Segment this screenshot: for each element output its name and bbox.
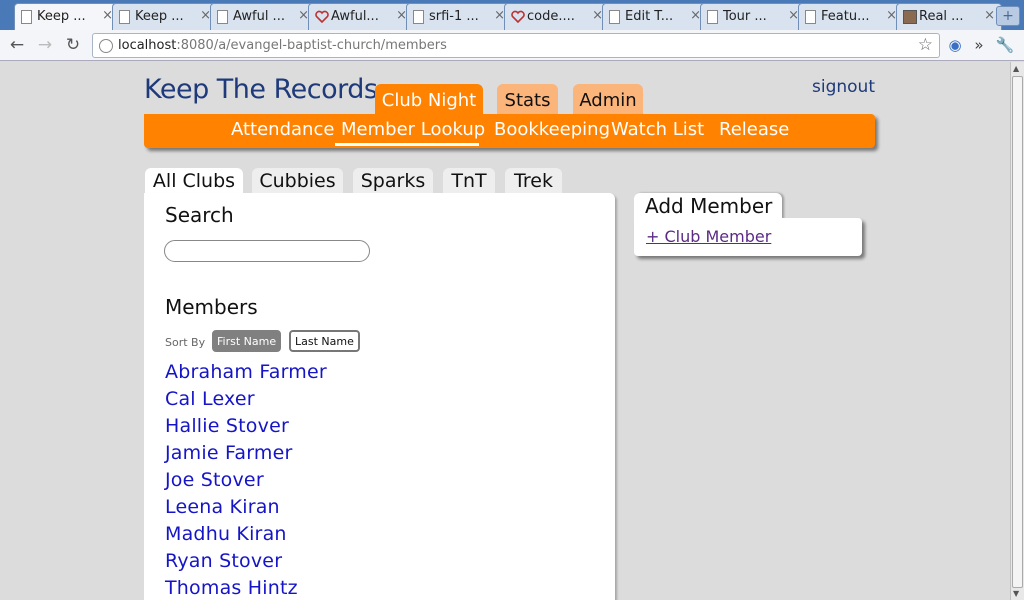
- browser-tab-title: srfi-1 ...: [429, 9, 479, 24]
- page-content: Keep The Records signout Club Night Stat…: [0, 62, 1010, 600]
- add-member-panel: + Club Member: [634, 218, 862, 256]
- back-icon[interactable]: ←: [6, 34, 28, 56]
- tab-cubbies[interactable]: Cubbies: [252, 168, 343, 195]
- vertical-scrollbar[interactable]: ▲ ▼: [1010, 62, 1024, 600]
- member-link[interactable]: Joe Stover: [165, 469, 327, 496]
- forward-icon[interactable]: →: [34, 34, 56, 56]
- browser-tab-title: Featu...: [821, 9, 870, 24]
- browser-tab-title: Edit T...: [625, 9, 674, 24]
- scroll-down-icon[interactable]: ▼: [1013, 589, 1019, 598]
- browser-tab[interactable]: code.... ×: [504, 3, 610, 30]
- tab-admin[interactable]: Admin: [573, 84, 643, 116]
- heart-icon: [511, 10, 525, 24]
- sort-last-name-button[interactable]: Last Name: [289, 330, 360, 352]
- browser-tab-strip: Keep ... × Keep ... × Awful ... × Awful.…: [0, 0, 1024, 31]
- tab-sparks[interactable]: Sparks: [353, 168, 433, 195]
- url-path: :8080/a/evangel-baptist-church/members: [176, 38, 447, 53]
- chevron-right-icon[interactable]: »: [968, 34, 990, 56]
- browser-tab[interactable]: Featu... ×: [798, 3, 904, 30]
- subnav-member-lookup[interactable]: Member Lookup: [335, 119, 485, 146]
- member-link[interactable]: Ryan Stover: [165, 550, 327, 577]
- new-tab-button[interactable]: +: [996, 6, 1020, 26]
- subnav-bookkeeping[interactable]: Bookkeeping: [494, 119, 610, 140]
- person-icon: [903, 10, 917, 24]
- member-link[interactable]: Abraham Farmer: [165, 361, 327, 388]
- search-heading: Search: [165, 203, 234, 227]
- browser-tab-title: Tour ...: [723, 9, 767, 24]
- page-icon: [119, 10, 130, 24]
- member-link[interactable]: Cal Lexer: [165, 388, 327, 415]
- browser-tab[interactable]: Edit T... ×: [602, 3, 708, 30]
- address-bar[interactable]: localhost:8080/a/evangel-baptist-church/…: [92, 33, 940, 58]
- members-list: Abraham Farmer Cal Lexer Hallie Stover J…: [165, 361, 327, 600]
- tab-trek[interactable]: Trek: [505, 168, 562, 195]
- scrollbar-thumb[interactable]: [1012, 76, 1023, 588]
- browser-tab[interactable]: Keep ... ×: [14, 3, 120, 31]
- sort-by-label: Sort By: [165, 336, 206, 349]
- page-icon: [805, 10, 816, 24]
- scroll-up-icon[interactable]: ▲: [1013, 64, 1019, 73]
- browser-tab-title: Awful ...: [233, 9, 285, 24]
- subnav-watch-list[interactable]: Watch List: [611, 119, 704, 140]
- browser-tab-title: Awful...: [331, 9, 379, 24]
- browser-tab[interactable]: Awful ... ×: [210, 3, 316, 30]
- reload-icon[interactable]: ↻: [62, 34, 84, 56]
- page-icon: [217, 10, 228, 24]
- url-host: localhost: [118, 38, 177, 53]
- extension-icon[interactable]: ◉: [944, 34, 966, 56]
- browser-tab[interactable]: Keep ... ×: [112, 3, 218, 30]
- browser-tab-title: Keep ...: [37, 9, 86, 24]
- tab-club-night[interactable]: Club Night: [375, 84, 483, 116]
- browser-tab[interactable]: srfi-1 ... ×: [406, 3, 512, 30]
- tab-all-clubs[interactable]: All Clubs: [145, 168, 243, 195]
- signout-link[interactable]: signout: [812, 77, 875, 97]
- sort-first-name-button[interactable]: First Name: [212, 330, 282, 352]
- search-input[interactable]: [164, 240, 370, 262]
- page-icon: [609, 10, 620, 24]
- add-member-heading: Add Member: [634, 193, 783, 219]
- members-heading: Members: [165, 295, 258, 319]
- add-club-member-link[interactable]: + Club Member: [646, 227, 771, 246]
- members-panel: Search Members Sort By First Name Last N…: [144, 193, 615, 600]
- star-icon[interactable]: ☆: [918, 35, 933, 55]
- wrench-icon[interactable]: 🔧: [994, 34, 1016, 56]
- browser-tab[interactable]: Awful... ×: [308, 3, 414, 30]
- member-link[interactable]: Thomas Hintz: [165, 577, 327, 600]
- browser-tab[interactable]: Tour ... ×: [700, 3, 806, 30]
- subnav-release[interactable]: Release: [719, 119, 789, 140]
- close-icon[interactable]: ×: [984, 8, 995, 23]
- member-link[interactable]: Hallie Stover: [165, 415, 327, 442]
- page-icon: [707, 10, 718, 24]
- member-link[interactable]: Madhu Kiran: [165, 523, 327, 550]
- browser-tab-title: Real ...: [919, 9, 964, 24]
- browser-tab-title: code....: [527, 9, 575, 24]
- browser-tab[interactable]: Real ... ×: [896, 3, 1002, 30]
- site-logo[interactable]: Keep The Records: [144, 74, 378, 105]
- member-link[interactable]: Leena Kiran: [165, 496, 327, 523]
- tab-tnt[interactable]: TnT: [443, 168, 495, 195]
- browser-toolbar: ← → ↻ localhost:8080/a/evangel-baptist-c…: [0, 30, 1024, 61]
- subnav-attendance[interactable]: Attendance: [231, 119, 334, 140]
- globe-icon: [99, 39, 113, 53]
- tab-stats[interactable]: Stats: [497, 84, 558, 116]
- member-link[interactable]: Jamie Farmer: [165, 442, 327, 469]
- page-icon: [413, 10, 424, 24]
- sub-navigation: Attendance Member Lookup Bookkeeping Wat…: [144, 114, 875, 148]
- page-icon: [21, 10, 32, 24]
- browser-tab-title: Keep ...: [135, 9, 184, 24]
- heart-icon: [315, 10, 329, 24]
